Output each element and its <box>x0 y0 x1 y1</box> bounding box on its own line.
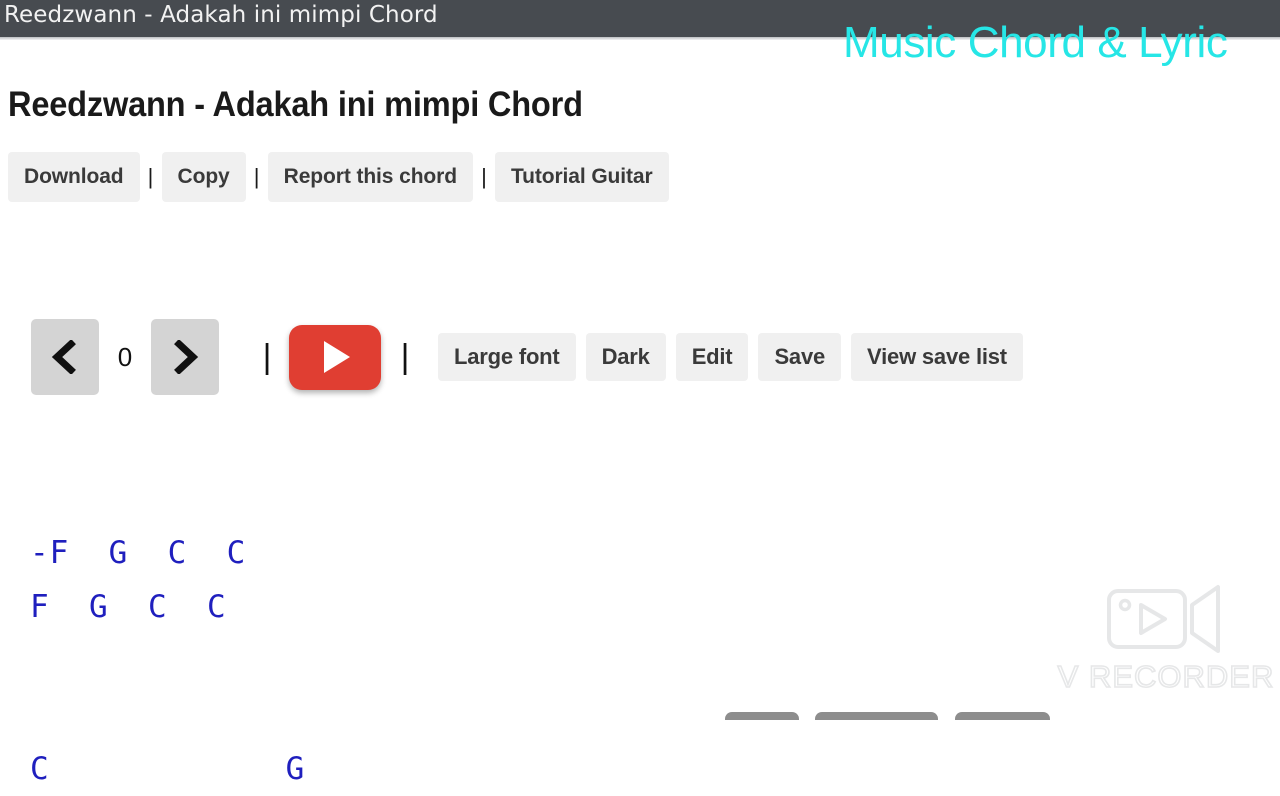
transpose-down-button[interactable] <box>31 319 99 395</box>
peek-button-2[interactable] <box>815 712 938 720</box>
view-save-list-button[interactable]: View save list <box>851 333 1023 381</box>
transpose-value: 0 <box>117 341 133 372</box>
chord-line: C G <box>30 751 306 787</box>
action-separator: | <box>253 164 260 189</box>
peek-button-1[interactable] <box>725 712 799 720</box>
chord-line: F G C C <box>30 589 227 625</box>
app-header-title: Reedzwann - Adakah ini mimpi Chord <box>4 2 438 28</box>
report-chord-button[interactable]: Report this chord <box>267 152 473 202</box>
peek-button-3[interactable] <box>955 712 1050 720</box>
download-button[interactable]: Download <box>8 152 140 202</box>
tool-separator: | <box>400 338 410 376</box>
bottom-peek-row <box>0 712 1280 720</box>
chord-line: -F G C C <box>30 535 247 571</box>
chord-sheet: -F G C C F G C C C G <box>30 526 305 796</box>
chevron-right-icon <box>170 340 200 374</box>
copy-button[interactable]: Copy <box>161 152 246 202</box>
edit-button[interactable]: Edit <box>675 333 749 381</box>
tutorial-guitar-button[interactable]: Tutorial Guitar <box>494 152 669 202</box>
action-row: Download | Copy | Report this chord | Tu… <box>8 152 669 202</box>
tool-row: 0 | | Large font Dark Edit Save View sav… <box>31 319 1033 395</box>
save-button[interactable]: Save <box>758 333 842 381</box>
dark-mode-button[interactable]: Dark <box>585 333 666 381</box>
action-separator: | <box>147 164 154 189</box>
play-icon <box>318 339 353 375</box>
tool-separator: | <box>262 338 272 376</box>
page-content: Reedzwann - Adakah ini mimpi Chord Downl… <box>0 40 1280 787</box>
play-video-button[interactable] <box>289 324 381 390</box>
page-title: Reedzwann - Adakah ini mimpi Chord <box>8 85 583 125</box>
transpose-up-button[interactable] <box>151 319 219 395</box>
chevron-left-icon <box>50 340 80 374</box>
app-header-bar: Reedzwann - Adakah ini mimpi Chord <box>0 0 1280 37</box>
action-separator: | <box>481 164 487 189</box>
large-font-button[interactable]: Large font <box>438 333 576 381</box>
